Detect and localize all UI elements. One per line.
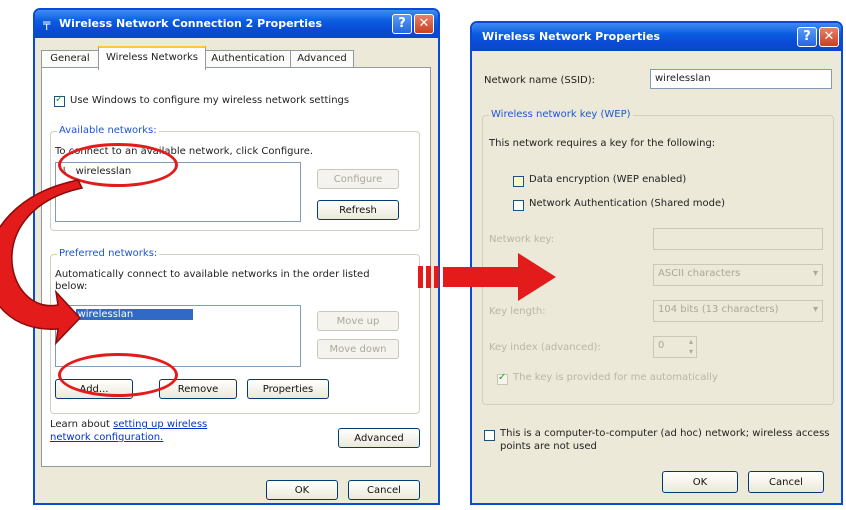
right-ok-button[interactable]: OK xyxy=(662,471,738,493)
ssid-label: Network name (SSID): xyxy=(484,75,595,86)
key-format-select[interactable]: ASCII characters ▾ xyxy=(653,264,823,286)
right-title-bar[interactable]: Wireless Network Properties ? ✕ xyxy=(472,23,841,51)
left-properties-dialog: ╤ Wireless Network Connection 2 Properti… xyxy=(33,8,440,505)
antenna-icon: ↓ xyxy=(60,309,69,320)
key-provided-label: The key is provided for me automatically xyxy=(513,372,718,383)
available-network-highlight xyxy=(58,143,178,187)
key-index-spinner[interactable]: 0 ▴ ▾ xyxy=(653,336,697,358)
key-index-label: Key index (advanced): xyxy=(489,342,601,353)
close-button[interactable]: ✕ xyxy=(414,14,434,34)
move-down-button[interactable]: Move down xyxy=(317,339,399,359)
use-windows-label: Use Windows to configure my wireless net… xyxy=(70,95,350,106)
network-auth-label: Network Authentication (Shared mode) xyxy=(529,198,726,209)
network-connection-icon: ╤ xyxy=(43,16,51,30)
tab-advanced[interactable]: Advanced xyxy=(290,50,354,68)
list-item[interactable]: ↓ wirelesslan xyxy=(60,309,194,320)
chevron-down-icon: ▾ xyxy=(812,268,818,279)
right-properties-dialog: Wireless Network Properties ? ✕ Network … xyxy=(470,21,843,505)
requires-key-text: This network requires a key for the foll… xyxy=(489,138,716,149)
learn-about-prefix: Learn about xyxy=(50,419,114,430)
left-cancel-button[interactable]: Cancel xyxy=(348,480,420,500)
properties-button[interactable]: Properties xyxy=(247,379,329,399)
tab-general-label: General xyxy=(50,53,90,64)
network-key-input[interactable] xyxy=(653,228,823,250)
tab-panel: Use Windows to configure my wireless net… xyxy=(41,67,431,467)
learn-about-text: Learn about setting up wireless network … xyxy=(50,418,250,444)
adhoc-checkbox[interactable] xyxy=(484,430,495,441)
chevron-down-icon: ▾ xyxy=(812,304,818,315)
available-networks-label: Available networks: xyxy=(57,125,159,136)
help-button[interactable]: ? xyxy=(392,14,412,34)
adhoc-label: This is a computer-to-computer (ad hoc) … xyxy=(500,428,830,452)
close-button[interactable]: ✕ xyxy=(819,27,839,47)
key-format-value: ASCII characters xyxy=(658,268,741,279)
left-dialog-title: Wireless Network Connection 2 Properties xyxy=(59,17,323,30)
left-title-bar[interactable]: ╤ Wireless Network Connection 2 Properti… xyxy=(35,10,438,38)
refresh-button[interactable]: Refresh xyxy=(317,200,399,220)
data-encryption-label: Data encryption (WEP enabled) xyxy=(529,174,687,185)
preferred-networks-label: Preferred networks: xyxy=(57,248,160,259)
right-dialog-title: Wireless Network Properties xyxy=(482,30,660,43)
wep-group-label: Wireless network key (WEP) xyxy=(489,109,633,120)
preferred-network-name: wirelesslan xyxy=(75,309,194,320)
network-key-label: Network key: xyxy=(489,234,555,245)
key-index-value: 0 xyxy=(658,340,665,351)
advanced-button[interactable]: Advanced xyxy=(338,428,420,448)
key-provided-checkbox[interactable] xyxy=(497,372,508,385)
tab-advanced-label: Advanced xyxy=(297,53,347,64)
tab-wireless-networks-label: Wireless Networks xyxy=(106,52,198,63)
preferred-instruction: Automatically connect to available netwo… xyxy=(55,269,370,292)
help-button[interactable]: ? xyxy=(797,27,817,47)
data-encryption-checkbox[interactable] xyxy=(513,176,524,187)
tab-authentication-label: Authentication xyxy=(211,53,285,64)
left-ok-button[interactable]: OK xyxy=(266,480,338,500)
wep-group: Wireless network key (WEP) This network … xyxy=(482,109,834,405)
key-length-value: 104 bits (13 characters) xyxy=(658,304,779,315)
tab-general[interactable]: General xyxy=(41,50,99,68)
use-windows-checkbox[interactable] xyxy=(54,94,65,107)
right-cancel-button[interactable]: Cancel xyxy=(748,471,824,493)
key-length-label: Key length: xyxy=(489,306,546,317)
network-auth-checkbox[interactable] xyxy=(513,200,524,211)
key-length-select[interactable]: 104 bits (13 characters) ▾ xyxy=(653,300,823,322)
tab-authentication[interactable]: Authentication xyxy=(205,50,291,68)
spinner-arrows-icon: ▴ ▾ xyxy=(688,337,693,356)
configure-button[interactable]: Configure xyxy=(317,169,399,189)
move-up-button[interactable]: Move up xyxy=(317,311,399,331)
add-button-highlight xyxy=(58,353,178,397)
tab-wireless-networks[interactable]: Wireless Networks xyxy=(98,46,206,70)
ssid-input[interactable]: wirelesslan xyxy=(650,69,832,89)
